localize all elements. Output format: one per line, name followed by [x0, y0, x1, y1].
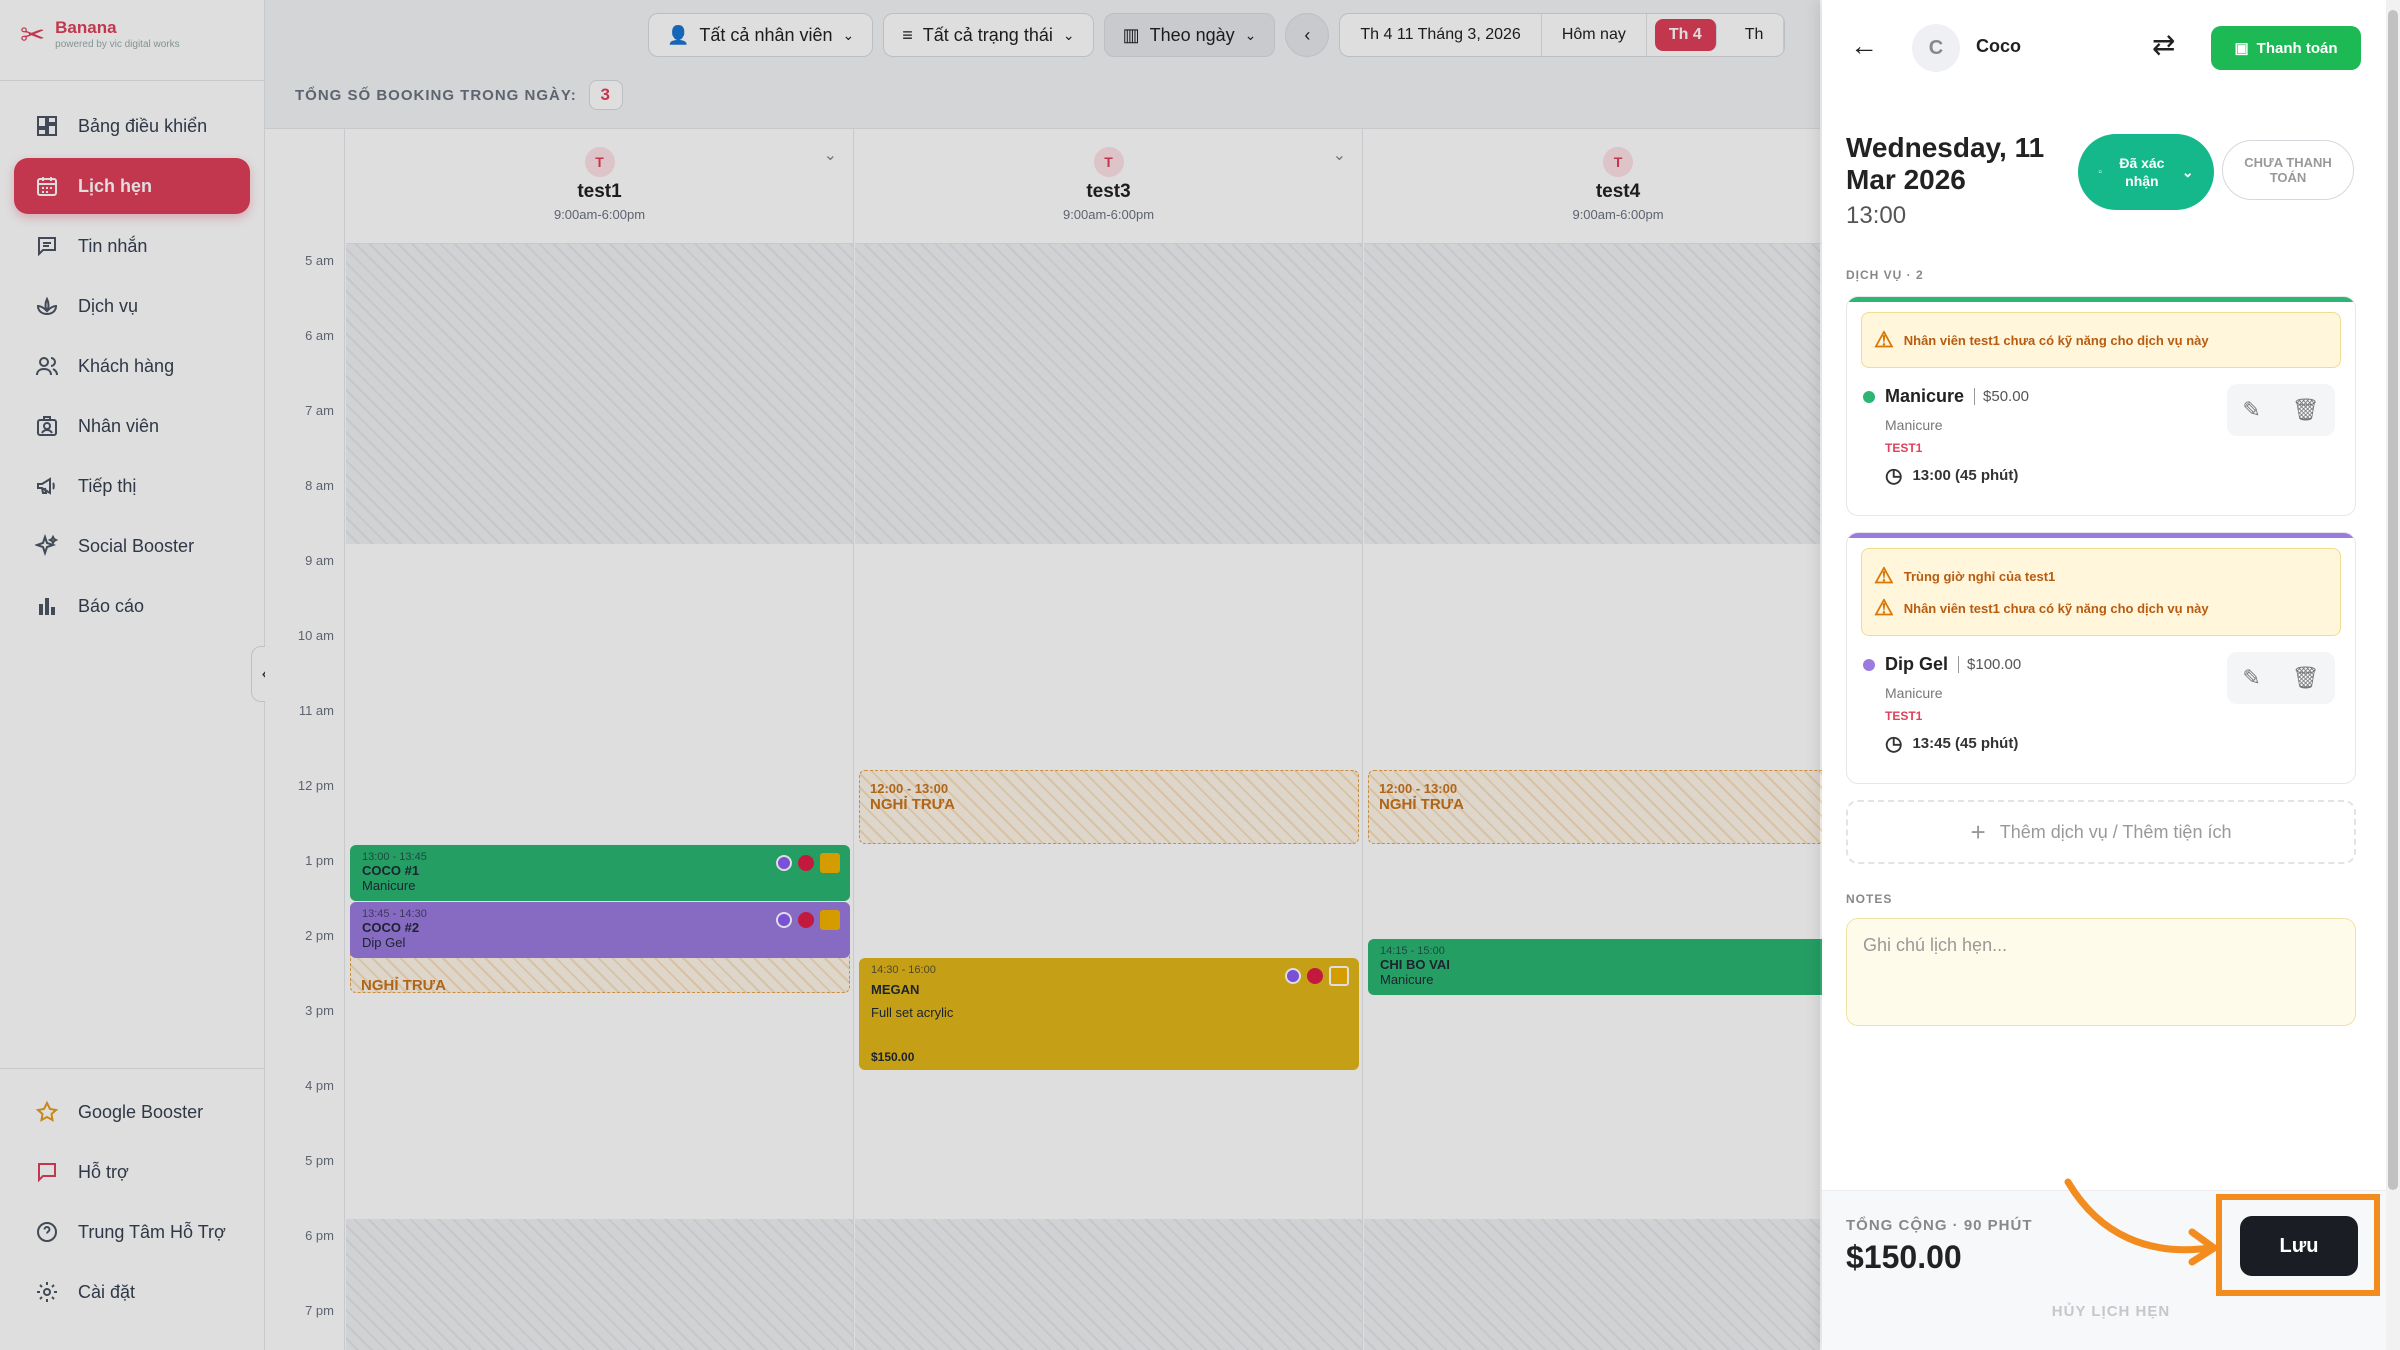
plus-icon: +	[1970, 816, 1986, 847]
pay-button-label: Thanh toán	[2256, 39, 2338, 57]
service-color-bar	[1847, 533, 2355, 538]
service-card: ⚠ Nhân viên test1 chưa có kỹ năng cho dịc…	[1846, 296, 2356, 516]
warning-text: Trùng giờ nghỉ của test1	[1903, 568, 2056, 584]
add-service-button[interactable]: + Thêm dịch vụ / Thêm tiện ích	[1846, 800, 2356, 864]
status-label: Đã xác nhận	[2119, 155, 2165, 189]
trash-icon[interactable]: 🗑	[2292, 665, 2320, 691]
service-price: $100.00	[1958, 656, 2021, 673]
back-arrow-icon[interactable]: ←	[1850, 30, 1878, 62]
total-value: $150.00	[1846, 1239, 1962, 1275]
cash-icon: ▣	[2234, 40, 2249, 57]
service-actions: ✎ 🗑	[2227, 652, 2335, 704]
service-body: Manicure $50.00 Manicure TEST1 ◷ 13:00 (45…	[1847, 368, 2355, 498]
annotation-arrow-icon	[2064, 1178, 2218, 1266]
notes-textarea[interactable]: Ghi chú lịch hẹn...	[1846, 918, 2356, 1026]
edit-icon[interactable]: ✎	[2242, 397, 2260, 423]
pay-button[interactable]: ▣ Thanh toán	[2211, 26, 2361, 70]
warning-icon: ⚠	[1874, 327, 1894, 352]
clock-icon: ◷	[1885, 733, 1903, 755]
appointment-detail-panel: ← C Coco ⇄ ▣ Thanh toán Wednesday, 11 Ma…	[1822, 0, 2400, 1350]
warning-text: Nhân viên test1 chưa có kỹ năng cho dịch…	[1903, 600, 2209, 616]
cancel-appointment-button[interactable]: HỦY LỊCH HẸN	[1822, 1303, 2400, 1320]
service-staff[interactable]: TEST1	[1885, 709, 2355, 723]
service-actions: ✎ 🗑	[2227, 384, 2335, 436]
service-name: Dip Gel	[1885, 654, 1949, 674]
warning-box: ⚠ Nhân viên test1 chưa có kỹ năng cho dịc…	[1861, 312, 2341, 368]
payment-status-badge: CHƯA THANH TOÁN	[2222, 140, 2354, 200]
service-body: Dip Gel $100.00 Manicure TEST1 ◷ 13:45 (45…	[1847, 636, 2355, 766]
swap-icon[interactable]: ⇄	[2152, 28, 2175, 61]
warning-text: Nhân viên test1 chưa có kỹ năng cho dịch…	[1903, 332, 2209, 348]
clock-icon: ◷	[1885, 465, 1903, 487]
service-price: $50.00	[1974, 388, 2029, 405]
service-time[interactable]: 13:45 (45 phút)	[1912, 735, 2018, 752]
notes-label: NOTES	[1846, 892, 1893, 906]
services-section-label: DỊCH VỤ · 2	[1846, 268, 1924, 282]
modal-backdrop[interactable]	[0, 0, 1820, 1350]
calendar-icon: ▫	[2098, 166, 2102, 178]
service-color-dot	[1863, 658, 1875, 671]
warning-icon: ⚠	[1874, 595, 1894, 620]
total-label: TỔNG CỘNG · 90 PHÚT	[1846, 1217, 2033, 1234]
edit-icon[interactable]: ✎	[2242, 665, 2260, 691]
trash-icon[interactable]: 🗑	[2292, 397, 2320, 423]
service-color-dot	[1863, 390, 1875, 403]
appointment-date: Wednesday, 11 Mar 2026	[1846, 132, 2045, 195]
service-time[interactable]: 13:00 (45 phút)	[1912, 467, 2018, 484]
warning-icon: ⚠	[1874, 563, 1894, 588]
add-service-label: Thêm dịch vụ / Thêm tiện ích	[1999, 821, 2232, 842]
appointment-time[interactable]: 13:00	[1846, 202, 1906, 230]
warning-box: ⚠ Trùng giờ nghỉ của test1 ⚠ Nhân viên tes…	[1861, 548, 2341, 636]
service-color-bar	[1847, 297, 2355, 302]
highlight-box	[2216, 1194, 2380, 1296]
status-dropdown[interactable]: ▫ Đã xác nhận ⌄	[2078, 134, 2214, 210]
service-card: ⚠ Trùng giờ nghỉ của test1 ⚠ Nhân viên tes…	[1846, 532, 2356, 784]
customer-name[interactable]: Coco	[1976, 36, 2021, 57]
avatar: C	[1912, 24, 1960, 72]
panel-scrollbar-thumb[interactable]	[2388, 10, 2398, 1190]
service-name: Manicure	[1885, 386, 1965, 406]
service-staff[interactable]: TEST1	[1885, 441, 2355, 455]
chevron-down-icon: ⌄	[2181, 163, 2194, 180]
